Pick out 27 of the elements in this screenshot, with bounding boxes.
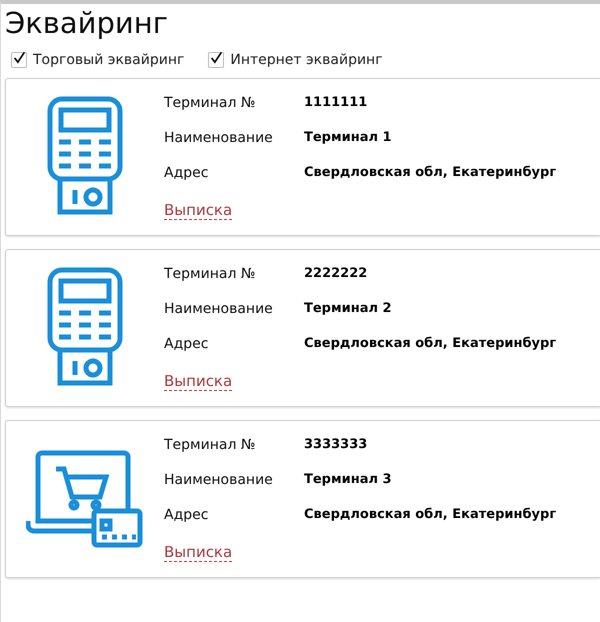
field-value: 1111111 [304,95,368,112]
field-value: Свердловская обл, Екатеринбург [304,336,556,353]
field-label: Наименование [164,472,274,490]
statement-link[interactable]: Выписка [164,372,232,391]
statement-link[interactable]: Выписка [164,543,232,562]
field-value: Терминал 1 [304,130,392,147]
field-label: Адрес [164,336,210,354]
field-label: Терминал № [164,95,256,113]
checkbox[interactable] [11,52,27,68]
checkbox-label[interactable]: Интернет эквайринг [230,52,383,68]
statement-link[interactable]: Выписка [164,201,232,220]
field-value: Свердловская обл, Екатеринбург [304,165,556,182]
field-value: Терминал 3 [304,472,392,489]
field-label: Терминал № [164,266,256,284]
checkbox[interactable] [208,52,224,68]
field-label: Наименование [164,130,274,148]
field-value: 3333333 [304,437,368,454]
laptop-cart-card-icon [26,449,144,549]
field-value: Терминал 2 [304,301,392,318]
field-label: Адрес [164,507,210,525]
page-title: Эквайринг [5,6,169,40]
field-label: Наименование [164,301,274,319]
checkbox-label[interactable]: Торговый эквайринг [33,52,184,68]
field-value: Свердловская обл, Екатеринбург [304,507,556,524]
field-label: Адрес [164,165,210,183]
field-value: 2222222 [304,266,368,283]
field-label: Терминал № [164,437,256,455]
